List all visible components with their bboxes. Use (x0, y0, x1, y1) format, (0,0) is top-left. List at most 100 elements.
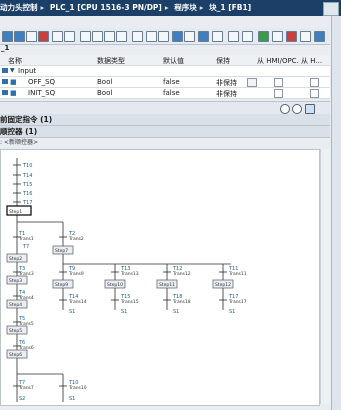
transition-name: Trans6 (18, 345, 34, 351)
jump-target[interactable]: S2 (19, 396, 25, 402)
collapse-icon[interactable]: ▼ (10, 67, 15, 74)
chevron-right-icon: ▸ (40, 3, 45, 12)
side-panel-strip[interactable] (331, 16, 341, 410)
column-header[interactable]: 从 H... (301, 56, 329, 66)
transition-id[interactable]: T15 (22, 182, 32, 188)
toolbar-icon[interactable] (286, 31, 297, 42)
transition-name: Trans13 (120, 271, 139, 277)
vertical-scrollbar[interactable] (320, 149, 330, 404)
window-button[interactable] (323, 2, 339, 16)
jump-target[interactable]: S1 (69, 309, 75, 315)
transition-id[interactable]: T17 (22, 200, 32, 206)
toolbar-icon[interactable] (92, 31, 103, 42)
toolbar-icon[interactable] (228, 31, 239, 42)
table-row[interactable]: ■ INIT_SQ Bool false 非保持 (0, 88, 330, 99)
toolbar-icon[interactable] (64, 31, 75, 42)
hmi-checkbox[interactable] (274, 89, 283, 98)
transition-id[interactable]: T10 (22, 163, 32, 169)
hmi-checkbox[interactable] (310, 89, 319, 98)
breadcrumb-item[interactable]: 动力头控制 (0, 3, 38, 12)
transition-name: Trans12 (172, 271, 191, 277)
toolbar-icon[interactable] (14, 31, 25, 42)
toolbar-icon[interactable] (272, 31, 283, 42)
row-retain[interactable]: 非保持 (216, 78, 237, 88)
interface-icon (2, 79, 8, 84)
toolbar-icon[interactable] (116, 31, 127, 42)
hmi-checkbox[interactable] (274, 78, 283, 87)
retain-dropdown[interactable] (247, 78, 257, 87)
toolbar-icon[interactable] (212, 31, 223, 42)
toolbar-icon[interactable] (184, 31, 195, 42)
zoom-out-icon[interactable] (292, 104, 302, 114)
jump-target[interactable]: S1 (229, 309, 235, 315)
toolbar-icon[interactable] (242, 31, 253, 42)
toolbar-icon[interactable] (258, 31, 269, 42)
column-header[interactable]: 名称 (8, 56, 22, 66)
toolbar-icon[interactable] (2, 31, 13, 42)
breadcrumb-item[interactable]: PLC_1 [CPU 1516-3 PN/DP] (50, 3, 162, 12)
chevron-right-icon: ▸ (199, 3, 204, 12)
toolbar-icon[interactable] (80, 31, 91, 42)
table-row[interactable]: ■ OFF_SQ Bool false 非保持 (0, 77, 330, 88)
jump-target[interactable]: S1 (173, 309, 179, 315)
sequencer-name: : <新顺控器> (0, 139, 38, 146)
breadcrumb-item[interactable]: 程序块 (174, 3, 197, 12)
graph-canvas[interactable]: T10 T14 T15 T16 T17 T1 T2 T3 T4 T5 T6 T9… (0, 149, 320, 406)
row-retain[interactable]: 非保持 (216, 89, 237, 99)
row-type[interactable]: Bool (97, 89, 112, 97)
jump-target[interactable]: S1 (121, 309, 127, 315)
toolbar-icon[interactable] (26, 31, 37, 42)
chevron-right-icon: ▸ (164, 3, 169, 12)
step-name[interactable]: Step5 (9, 328, 22, 334)
step-name[interactable]: Step7 (55, 248, 68, 254)
toolbar-icon[interactable] (52, 31, 63, 42)
step-name[interactable]: Step4 (9, 302, 22, 308)
step-name[interactable]: Step6 (9, 352, 22, 358)
toolbar-icon[interactable] (172, 31, 183, 42)
jump-target[interactable]: T7 (22, 244, 29, 250)
toolbar-icon[interactable] (38, 31, 49, 42)
interface-title: _1 (1, 44, 10, 52)
fit-view-icon[interactable] (305, 104, 315, 114)
toolbar-icon[interactable] (300, 31, 311, 42)
row-name[interactable]: OFF_SQ (28, 78, 55, 86)
transition-name: Trans10 (68, 385, 87, 391)
toolbar-icon[interactable] (146, 31, 157, 42)
table-row[interactable]: ▼ Input (0, 66, 330, 77)
sequence-diagram[interactable]: T10 T14 T15 T16 T17 T1 T2 T3 T4 T5 T6 T9… (1, 150, 319, 405)
step-name[interactable]: Step1 (9, 209, 22, 215)
row-name: Input (18, 67, 37, 75)
toolbar-icon[interactable] (314, 31, 325, 42)
step-name[interactable]: Step10 (107, 282, 123, 288)
hmi-checkbox[interactable] (310, 78, 319, 87)
jump-target[interactable]: S1 (69, 396, 75, 402)
zoom-in-icon[interactable] (280, 104, 290, 114)
toolbar-icon[interactable] (132, 31, 143, 42)
column-header[interactable]: 数据类型 (97, 56, 125, 66)
step-name[interactable]: Step12 (215, 282, 231, 288)
toolbar-icon[interactable] (104, 31, 115, 42)
column-header[interactable]: 默认值 (163, 56, 184, 66)
column-header[interactable]: 保持 (216, 56, 230, 66)
step-name[interactable]: Step9 (55, 282, 68, 288)
step-name[interactable]: Step3 (9, 278, 22, 284)
transition-name: Trans17 (228, 299, 247, 305)
transition-id[interactable]: T14 (22, 173, 32, 179)
breadcrumb-item[interactable]: 块_1 [FB1] (209, 3, 251, 12)
step-name[interactable]: Step2 (9, 256, 22, 262)
toolbar-icon[interactable] (198, 31, 209, 42)
interface-icon (2, 90, 8, 95)
section-sequencer[interactable]: 顺控器 (1) (0, 126, 330, 138)
section-fixed-instructions[interactable]: 前固定指令 (1) (0, 114, 330, 126)
row-name[interactable]: INIT_SQ (28, 89, 55, 97)
column-header[interactable]: 从 HMI/OPC... (257, 56, 299, 66)
editor-toolbar (0, 28, 330, 45)
row-default[interactable]: false (163, 78, 180, 86)
transition-id[interactable]: T16 (22, 191, 32, 197)
row-default[interactable]: false (163, 89, 180, 97)
step-name[interactable]: Step11 (159, 282, 175, 288)
breadcrumb: 动力头控制 ▸ PLC_1 [CPU 1516-3 PN/DP] ▸ 程序块 ▸ 块_… (0, 0, 341, 16)
toolbar-icon[interactable] (158, 31, 169, 42)
row-type[interactable]: Bool (97, 78, 112, 86)
transition-name: Trans9 (68, 271, 84, 277)
